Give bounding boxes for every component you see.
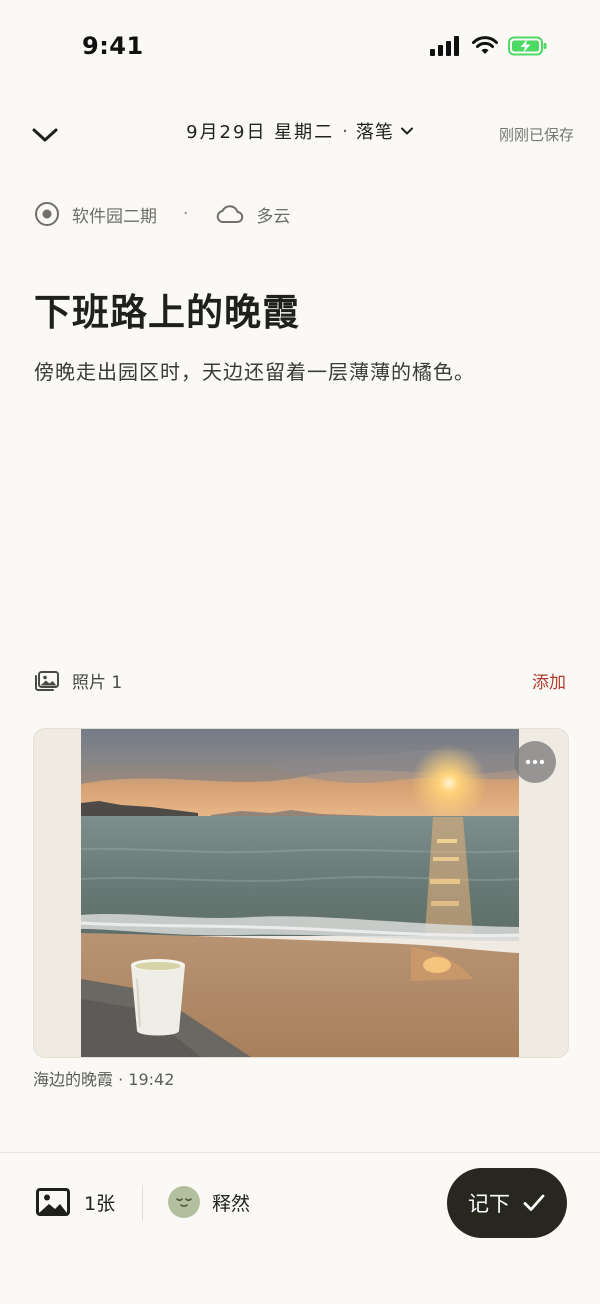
bottom-bar-divider [142, 1185, 143, 1221]
image-icon [36, 1188, 70, 1216]
photo-count: 1张 [84, 1192, 116, 1215]
cellular-icon [430, 36, 459, 56]
entry-body[interactable]: 傍晚走出园区时，天边还留着一层薄薄的橘色。 [34, 356, 475, 385]
photos-header: 照片 1 [34, 668, 122, 693]
meta-separator: · [183, 204, 189, 224]
save-entry-label: 记下 [468, 1192, 510, 1216]
mood-label: 释然 [212, 1192, 251, 1215]
entry-mode: 落笔 [355, 122, 394, 143]
header-separator: · [342, 120, 348, 142]
mood-button[interactable]: 释然 [168, 1186, 250, 1218]
status-icons [430, 36, 548, 56]
bottom-photo-button[interactable]: 1张 [36, 1188, 115, 1216]
entry-title[interactable]: 下班路上的晚霞 [34, 282, 300, 336]
mood-face-icon [168, 1186, 200, 1218]
entry-date: 9月29日 星期二 [186, 122, 335, 143]
photo-card[interactable] [33, 728, 569, 1058]
wifi-icon [472, 36, 498, 54]
photos-icon [35, 670, 59, 691]
location-icon [35, 202, 59, 226]
cloud-icon [217, 205, 244, 223]
chevron-down-icon [400, 127, 413, 135]
battery-charging-icon [508, 36, 547, 56]
check-icon [523, 1194, 545, 1211]
save-entry-button[interactable]: 记下 [447, 1168, 567, 1238]
weather-label[interactable]: 多云 [256, 202, 290, 227]
photo-caption: 海边的晚霞 · 19:42 [33, 1070, 175, 1089]
save-status: 刚刚已保存 [498, 126, 574, 144]
location-label[interactable]: 软件园二期 [72, 202, 157, 227]
status-time: 9:41 [82, 32, 144, 60]
photos-count-label: 照片 1 [72, 673, 123, 693]
entry-meta: 软件园二期 · 多云 [34, 201, 290, 227]
more-icon [525, 759, 545, 765]
photo-more-button[interactable] [514, 741, 556, 783]
bottom-divider [0, 1152, 600, 1153]
sunset-photo[interactable] [81, 729, 519, 1057]
add-photo-button[interactable]: 添加 [532, 668, 566, 693]
